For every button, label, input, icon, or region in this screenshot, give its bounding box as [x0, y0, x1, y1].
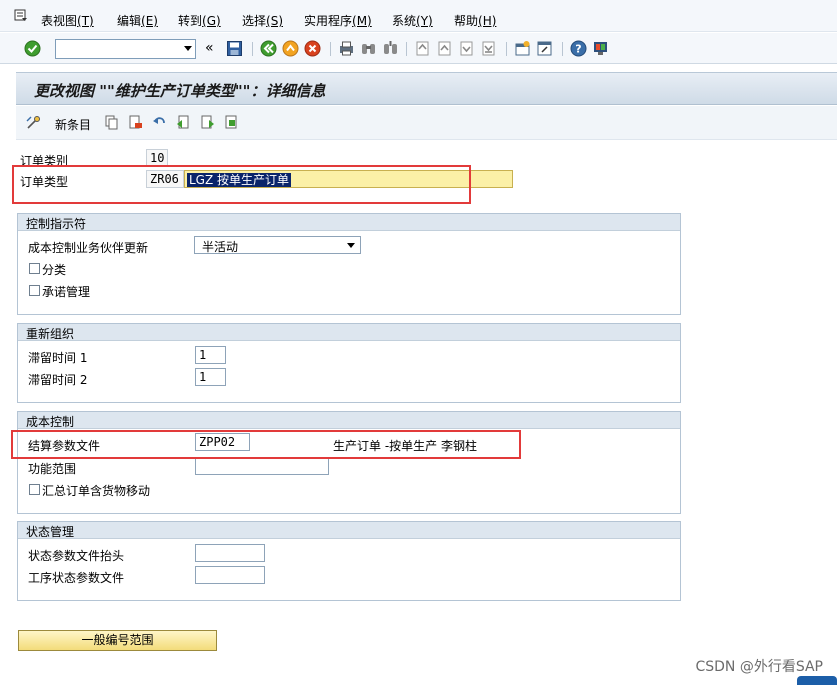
toolbar-separator: [562, 42, 563, 56]
menu-label: 转到: [178, 14, 203, 28]
toolbar-separator: [252, 42, 253, 56]
functional-area-label: 功能范围: [28, 462, 77, 476]
menu-help[interactable]: 帮助(H): [454, 12, 496, 29]
reorganization-group: 重新组织 滞留时间 1 1 滞留时间 2 1: [17, 323, 681, 403]
co-partner-update-label: 成本控制业务伙伴更新: [28, 241, 149, 255]
collective-order-checkbox[interactable]: [29, 484, 40, 495]
back-icon[interactable]: [260, 40, 277, 57]
classification-checkbox[interactable]: [29, 263, 40, 274]
previous-entry-icon[interactable]: [176, 115, 191, 130]
group-header: 状态管理: [18, 522, 680, 539]
delete-icon[interactable]: [128, 115, 143, 130]
first-page-icon[interactable]: [414, 40, 431, 57]
application-toolbar: 新条目: [16, 106, 837, 140]
create-session-icon[interactable]: [514, 40, 531, 57]
last-page-icon[interactable]: [480, 40, 497, 57]
enter-check-icon[interactable]: [24, 40, 41, 57]
save-icon[interactable]: [226, 40, 243, 57]
highlight-box-order-type: [12, 165, 471, 204]
menu-icon[interactable]: [14, 9, 28, 22]
menu-edit[interactable]: 编辑(E): [117, 12, 158, 29]
menu-shortcut: (S): [266, 14, 283, 28]
residence-time-1-field[interactable]: 1: [195, 346, 226, 364]
toolbar-separator: [506, 42, 507, 56]
shortcut-icon[interactable]: [536, 40, 553, 57]
menu-shortcut: (E): [141, 14, 158, 28]
page-title: 更改视图 ""维护生产订单类型""：详细信息: [34, 82, 326, 100]
sap-logo-corner: [797, 676, 837, 685]
control-indicators-group: 控制指示符 成本控制业务伙伴更新 半活动 分类 承诺管理: [17, 213, 681, 315]
cancel-icon[interactable]: [304, 40, 321, 57]
menu-shortcut: (G): [202, 14, 221, 28]
toolbar-separator: [330, 42, 331, 56]
choose-icon[interactable]: [224, 115, 239, 130]
standard-toolbar: « ?: [0, 33, 837, 64]
display-change-icon[interactable]: [26, 115, 41, 130]
commitment-mgmt-label: 承诺管理: [42, 285, 91, 299]
chevron-down-icon[interactable]: [347, 243, 355, 248]
print-icon[interactable]: [338, 40, 355, 57]
menu-label: 表视图: [41, 14, 78, 28]
residence-time-2-field[interactable]: 1: [195, 368, 226, 386]
watermark: CSDN @外行看SAP: [695, 659, 823, 675]
menu-shortcut: (H): [478, 14, 497, 28]
find-next-icon[interactable]: [382, 40, 399, 57]
exit-icon[interactable]: [282, 40, 299, 57]
undo-icon[interactable]: [152, 115, 167, 130]
status-profile-header-label: 状态参数文件抬头: [28, 549, 125, 563]
collapse-chevron-icon[interactable]: «: [205, 40, 214, 56]
next-entry-icon[interactable]: [200, 115, 215, 130]
previous-page-icon[interactable]: [436, 40, 453, 57]
chevron-down-icon[interactable]: [184, 46, 192, 51]
menu-shortcut: (M): [352, 14, 372, 28]
menu-system[interactable]: 系统(Y): [392, 12, 433, 29]
status-management-group: 状态管理 状态参数文件抬头 工序状态参数文件: [17, 521, 681, 601]
functional-area-field[interactable]: [195, 457, 329, 475]
residence-time-1-label: 滞留时间 1: [28, 351, 88, 365]
menu-label: 系统: [392, 14, 417, 28]
highlight-box-settlement: [11, 430, 521, 459]
dropdown-value: 半活动: [202, 240, 239, 254]
copy-as-icon[interactable]: [104, 115, 119, 130]
menu-table-view[interactable]: 表视图(T): [41, 12, 94, 29]
menu-bar: 表视图(T) 编辑(E) 转到(G) 选择(S) 实用程序(M) 系统(Y) 帮…: [0, 0, 837, 32]
collective-order-label: 汇总订单含货物移动: [42, 484, 151, 498]
number-range-button[interactable]: 一般编号范围: [18, 630, 217, 651]
commitment-mgmt-checkbox[interactable]: [29, 285, 40, 296]
toolbar-separator: [406, 42, 407, 56]
menu-selection[interactable]: 选择(S): [242, 12, 283, 29]
cost-controlling-group: 成本控制 结算参数文件 ZPP02 生产订单 -按单生产 李钢柱 功能范围 汇总…: [17, 411, 681, 514]
menu-label: 实用程序: [304, 14, 353, 28]
menu-shortcut: (T): [77, 14, 94, 28]
find-icon[interactable]: [360, 40, 377, 57]
menu-label: 选择: [242, 14, 267, 28]
operation-status-profile-label: 工序状态参数文件: [28, 571, 125, 585]
operation-status-profile-field[interactable]: [195, 566, 265, 584]
group-header: 重新组织: [18, 324, 680, 341]
co-partner-update-dropdown[interactable]: 半活动: [194, 236, 361, 254]
new-entries-button[interactable]: 新条目: [55, 116, 91, 133]
svg-text:?: ?: [575, 43, 581, 56]
residence-time-2-label: 滞留时间 2: [28, 373, 88, 387]
group-header: 成本控制: [18, 412, 680, 429]
status-profile-header-field[interactable]: [195, 544, 265, 562]
menu-label: 帮助: [454, 14, 479, 28]
menu-shortcut: (Y): [416, 14, 433, 28]
classification-label: 分类: [42, 263, 67, 277]
group-header: 控制指示符: [18, 214, 680, 231]
layout-menu-icon[interactable]: [592, 40, 609, 57]
title-bar: 更改视图 ""维护生产订单类型""：详细信息: [16, 72, 837, 105]
help-icon[interactable]: ?: [570, 40, 587, 57]
command-field[interactable]: [55, 39, 196, 59]
menu-label: 编辑: [117, 14, 142, 28]
next-page-icon[interactable]: [458, 40, 475, 57]
menu-goto[interactable]: 转到(G): [178, 12, 221, 29]
menu-utilities[interactable]: 实用程序(M): [304, 12, 372, 29]
